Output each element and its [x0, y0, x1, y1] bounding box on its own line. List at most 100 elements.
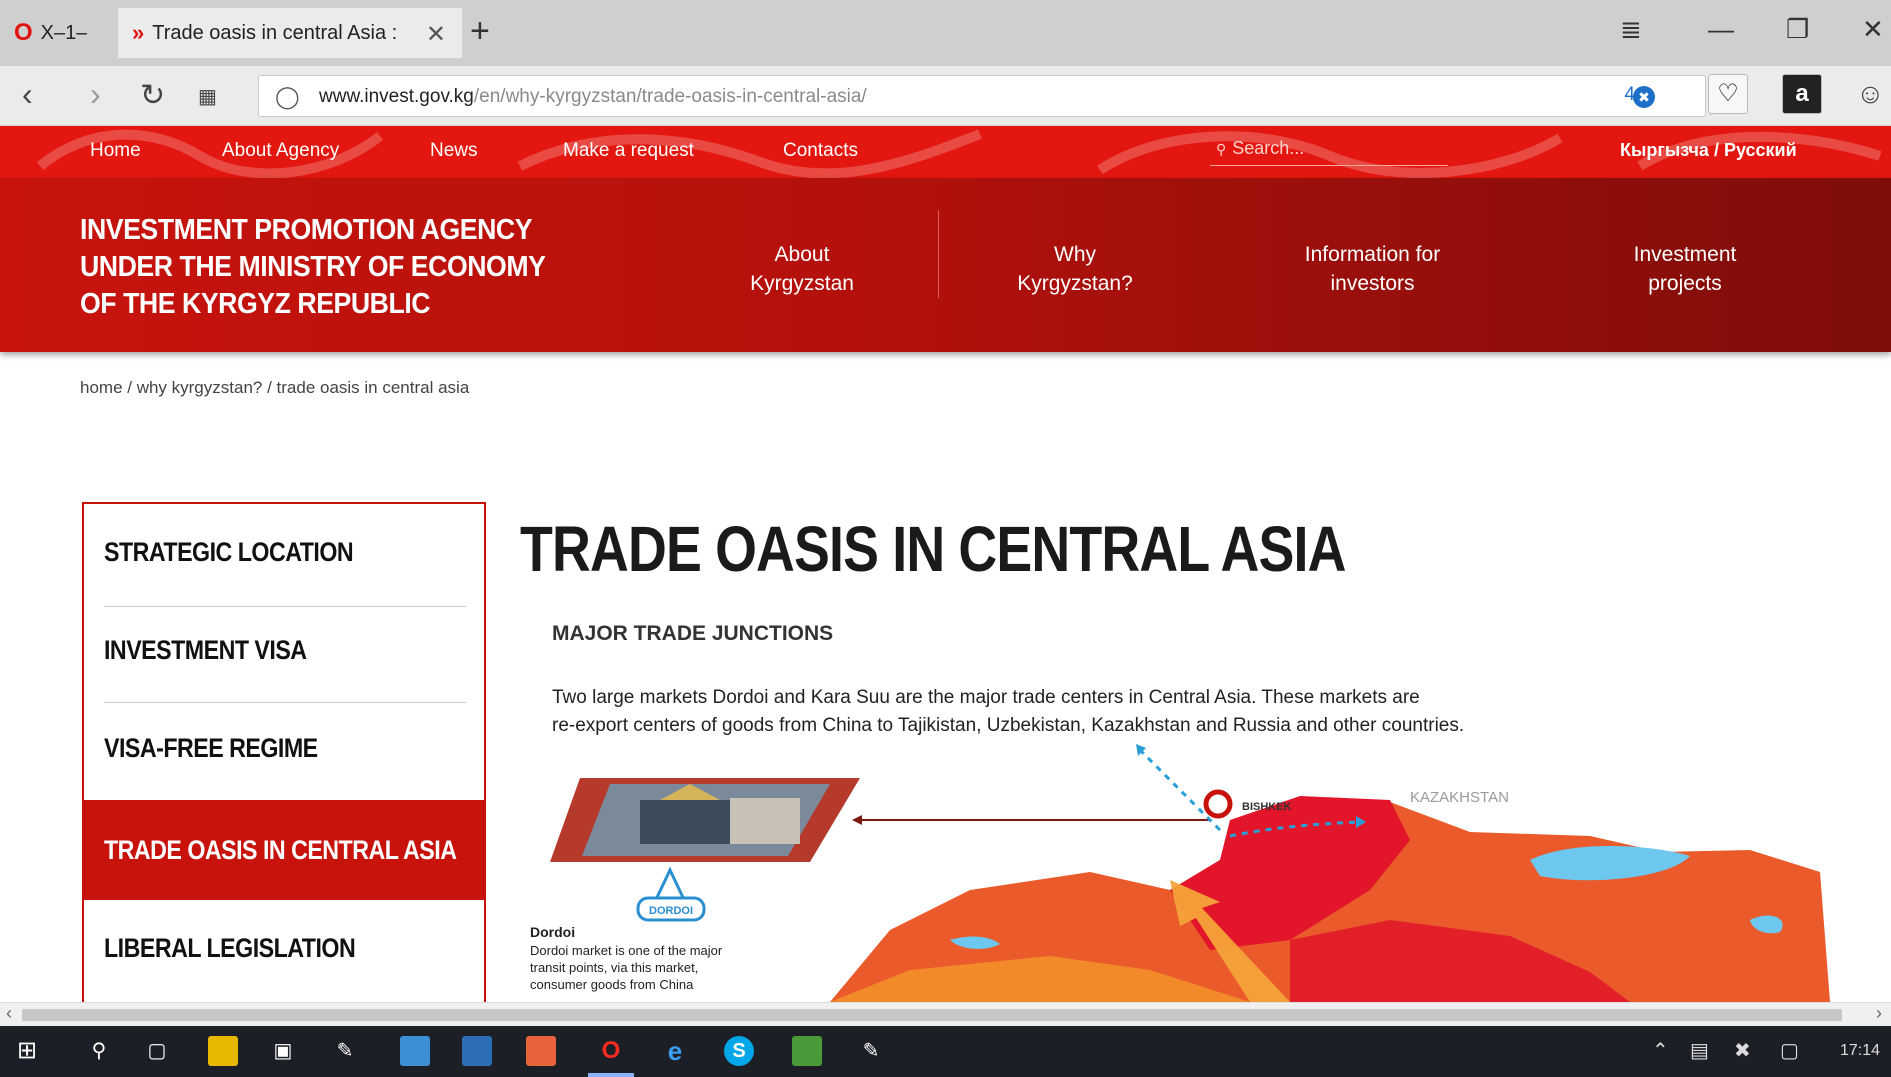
mainnav-label: Why: [1054, 243, 1096, 266]
windows-start-icon[interactable]: ⊞: [12, 1036, 42, 1066]
active-app-indicator: [588, 1073, 634, 1077]
mainnav-investment-projects[interactable]: Investment projects: [1600, 240, 1770, 298]
notes-tray-icon[interactable]: ▤: [1690, 1038, 1709, 1063]
paint-icon[interactable]: ✎: [856, 1036, 886, 1066]
maximize-button[interactable]: ❐: [1786, 14, 1809, 45]
address-toolbar: ‹ › ↻ ▦ ◯ www.invest.gov.kg/en/why-kyrgy…: [0, 66, 1891, 126]
mainnav-information-for-investors[interactable]: Information for investors: [1280, 240, 1465, 298]
search-icon[interactable]: ⚲: [84, 1036, 114, 1066]
blocked-tray-icon[interactable]: ✖: [1734, 1038, 1751, 1063]
photos-app-icon[interactable]: [400, 1036, 430, 1066]
powerpoint-icon[interactable]: [526, 1036, 556, 1066]
site-search-input[interactable]: ⚲ Search...: [1210, 132, 1448, 166]
edge-icon[interactable]: e: [660, 1036, 690, 1066]
page-title: TRADE OASIS IN CENTRAL ASIA: [520, 513, 1346, 585]
tab-title: Trade oasis in central Asia :: [152, 21, 398, 44]
breadcrumb[interactable]: home / why kyrgyzstan? / trade oasis in …: [80, 378, 469, 398]
outlook-icon[interactable]: [462, 1036, 492, 1066]
horizontal-scrollbar[interactable]: ‹ ›: [0, 1002, 1891, 1026]
new-tab-button[interactable]: +: [470, 12, 490, 51]
store-icon[interactable]: ▣: [268, 1036, 298, 1066]
amazon-extension-icon[interactable]: a: [1782, 74, 1822, 114]
kazakhstan-label: KAZAKHSTAN: [1410, 789, 1509, 806]
dordoi-logo-text: DORDOI: [649, 905, 693, 917]
sidebar-item-strategic-location[interactable]: STRATEGIC LOCATION: [84, 504, 484, 600]
forward-icon[interactable]: ›: [90, 76, 101, 113]
scrollbar-thumb[interactable]: [22, 1009, 1842, 1021]
sidebar-item-liberal-legislation[interactable]: LIBERAL LEGISLATION: [84, 900, 484, 996]
action-center-icon[interactable]: ▢: [1780, 1038, 1799, 1063]
browser-tabbar: O Х–1– » Trade oasis in central Asia : ✕…: [0, 0, 1891, 66]
app-green-icon[interactable]: [792, 1036, 822, 1066]
sidebar-item-investment-visa[interactable]: INVESTMENT VISA: [84, 602, 484, 698]
skype-icon[interactable]: S: [724, 1036, 754, 1066]
site-top-nav: Home About Agency News Make a request Co…: [0, 126, 1891, 178]
mainnav-label: Information for: [1304, 243, 1441, 266]
dordoi-caption-text: Dordoi market is one of the major transi…: [530, 942, 770, 993]
close-tab-icon[interactable]: ✕: [426, 20, 446, 49]
scroll-left-icon[interactable]: ‹: [6, 1003, 12, 1024]
nav-divider: [938, 210, 939, 298]
heart-icon[interactable]: ♡: [1708, 74, 1748, 114]
agency-line: UNDER THE MINISTRY OF ECONOMY: [80, 251, 546, 283]
reload-icon[interactable]: ↻: [140, 78, 165, 113]
url-text[interactable]: www.invest.gov.kg/en/why-kyrgyzstan/trad…: [319, 86, 867, 108]
mainnav-label: projects: [1648, 272, 1722, 295]
topnav-about-agency[interactable]: About Agency: [222, 140, 339, 162]
dordoi-caption-line: Dordoi market is one of the major: [530, 943, 723, 958]
agency-logo-text[interactable]: INVESTMENT PROMOTION AGENCY UNDER THE MI…: [80, 212, 546, 323]
dordoi-caption-line: consumer goods from China: [530, 977, 694, 992]
globe-icon: ◯: [275, 84, 300, 109]
mainnav-label: Kyrgyzstan: [750, 272, 854, 295]
mainnav-about-kyrgyzstan[interactable]: About Kyrgyzstan: [732, 240, 872, 298]
tab-inactive[interactable]: O Х–1–: [0, 8, 118, 58]
mainnav-why-kyrgyzstan[interactable]: Why Kyrgyzstan?: [1000, 240, 1150, 298]
scroll-right-icon[interactable]: ›: [1876, 1003, 1882, 1024]
task-view-icon[interactable]: ▢: [142, 1036, 172, 1066]
search-placeholder: Search...: [1232, 138, 1305, 158]
section-heading: MAJOR TRADE JUNCTIONS: [552, 622, 834, 645]
opera-taskbar-icon[interactable]: O: [596, 1036, 626, 1066]
language-switcher[interactable]: Кыргызча / Русский: [1620, 140, 1797, 161]
route-line: [1138, 748, 1222, 832]
topnav-home[interactable]: Home: [90, 140, 141, 162]
sidebar-item-trade-oasis[interactable]: TRADE OASIS IN CENTRAL ASIA: [84, 800, 484, 900]
agency-line: OF THE KYRGYZ REPUBLIC: [80, 288, 431, 320]
dordoi-caption-heading: Dordoi: [530, 924, 576, 940]
emoji-icon[interactable]: ☺: [1856, 78, 1885, 110]
file-explorer-icon[interactable]: [208, 1036, 238, 1066]
clock[interactable]: 17:14: [1840, 1042, 1880, 1060]
section-sidebar: STRATEGIC LOCATION INVESTMENT VISA VISA-…: [82, 502, 486, 1002]
address-bar[interactable]: ◯ www.invest.gov.kg/en/why-kyrgyzstan/tr…: [258, 75, 1711, 117]
intro-line: re-export centers of goods from China to…: [552, 715, 1465, 736]
site-header: INVESTMENT PROMOTION AGENCY UNDER THE MI…: [0, 178, 1891, 352]
close-window-button[interactable]: ✕: [1862, 14, 1884, 45]
tab-menu-icon[interactable]: ≣: [1620, 14, 1642, 45]
topnav-contacts[interactable]: Contacts: [783, 140, 858, 162]
adblock-shield-icon[interactable]: ✖: [1633, 86, 1655, 108]
intro-paragraph: Two large markets Dordoi and Kara Suu ar…: [552, 684, 1552, 740]
mainnav-label: About: [774, 243, 830, 266]
tray-chevron-icon[interactable]: ⌃: [1652, 1038, 1669, 1063]
topnav-make-request[interactable]: Make a request: [563, 140, 694, 162]
dordoi-logo-icon: DORDOI: [636, 866, 706, 922]
minimize-button[interactable]: —: [1708, 14, 1734, 45]
sidebar-item-visa-free-regime[interactable]: VISA-FREE REGIME: [84, 700, 484, 796]
topnav-news[interactable]: News: [430, 140, 478, 162]
tab-active[interactable]: » Trade oasis in central Asia : ✕: [118, 8, 462, 58]
tab-title: Х–1–: [40, 21, 88, 44]
mainnav-label: investors: [1330, 272, 1415, 295]
speed-dial-icon[interactable]: ▦: [198, 84, 217, 109]
opera-icon: O: [14, 19, 33, 46]
intro-line: Two large markets Dordoi and Kara Suu ar…: [552, 687, 1420, 708]
search-icon: ⚲: [1216, 141, 1227, 157]
mainnav-label: Kyrgyzstan?: [1017, 272, 1133, 295]
site-favicon-icon: »: [132, 20, 145, 45]
dordoi-caption-line: transit points, via this market,: [530, 960, 699, 975]
windows-taskbar: ⊞ ⚲ ▢ ▣ ✎ O e S ✎ ⌃ ▤ ✖ ▢ 17:14: [0, 1026, 1891, 1077]
pin-app-icon[interactable]: ✎: [330, 1036, 360, 1066]
back-icon[interactable]: ‹: [22, 76, 33, 113]
mainnav-label: Investment: [1633, 243, 1737, 266]
agency-line: INVESTMENT PROMOTION AGENCY: [80, 214, 533, 246]
bishkek-pin-icon: [1203, 789, 1233, 819]
